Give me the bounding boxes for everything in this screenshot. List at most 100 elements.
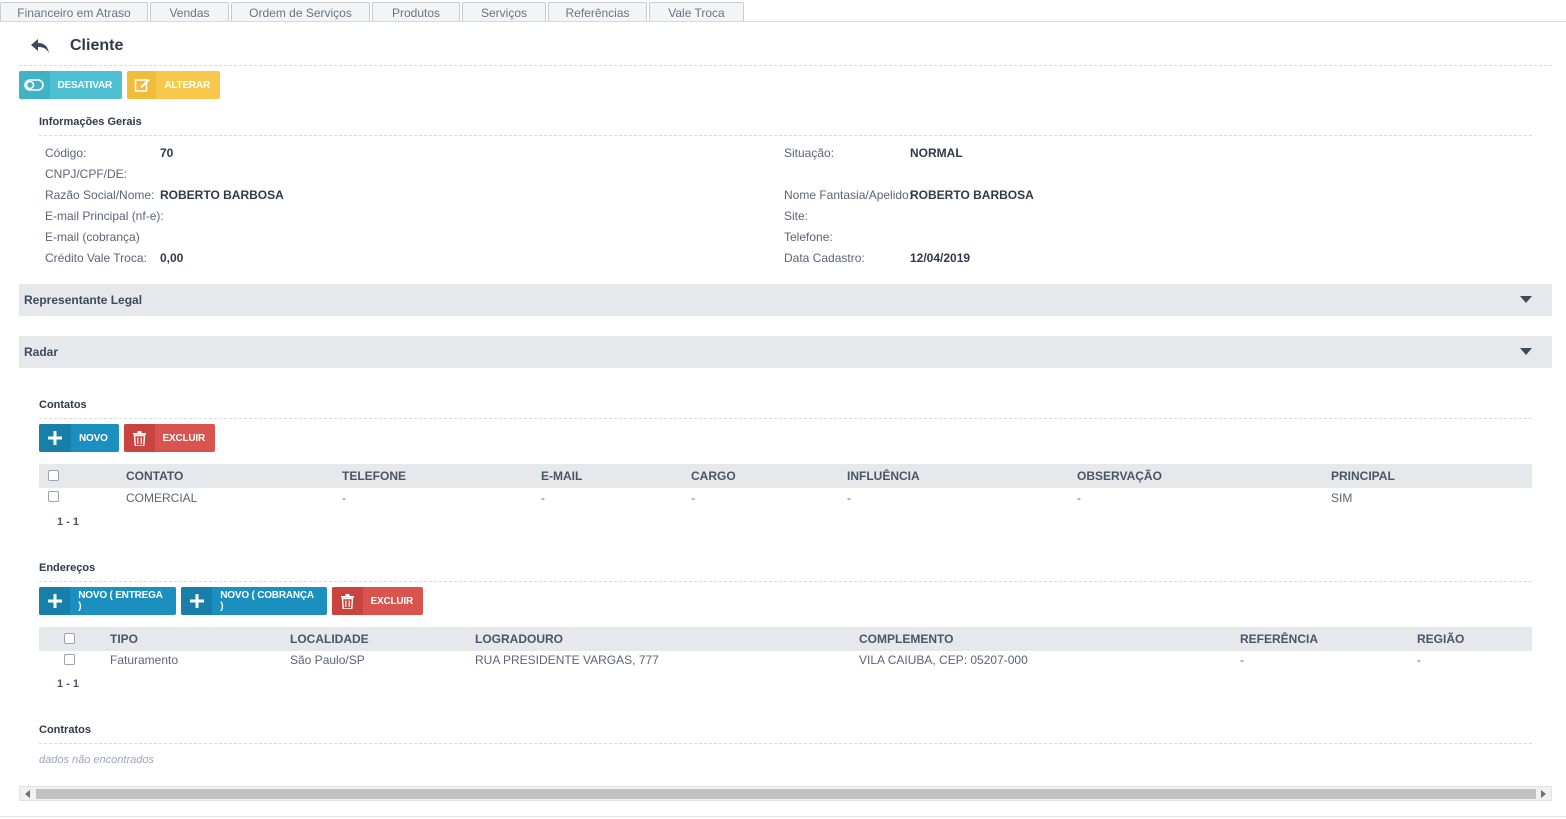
delete-address-button[interactable]: EXCLUIR xyxy=(332,587,423,615)
general-info-title: Informações Gerais xyxy=(39,116,142,128)
column-header[interactable]: REFERÊNCIA xyxy=(1240,632,1318,646)
cell-email: - xyxy=(541,491,545,505)
field-label-nome-fantasia: Nome Fantasia/Apelido: xyxy=(784,188,913,202)
caret-down-icon xyxy=(1520,348,1532,355)
cell-logradouro: RUA PRESIDENTE VARGAS, 777 xyxy=(475,653,659,667)
tab-produtos[interactable]: Produtos xyxy=(372,2,460,22)
contacts-pager: 1 - 1 xyxy=(57,516,80,528)
plus-icon xyxy=(39,587,71,615)
panel-representante-legal[interactable]: Representante Legal xyxy=(19,284,1552,316)
cell-observacao: - xyxy=(1077,491,1081,505)
contacts-table-header: CONTATO TELEFONE E-MAIL CARGO INFLUÊNCIA… xyxy=(39,464,1532,488)
contacts-title: Contatos xyxy=(39,399,87,411)
contracts-title: Contratos xyxy=(39,724,91,736)
trash-icon xyxy=(332,587,363,615)
page-title: Cliente xyxy=(70,37,124,54)
column-header[interactable]: E-MAIL xyxy=(541,469,582,483)
edit-button-label: ALTERAR xyxy=(164,79,210,91)
cell-principal: SIM xyxy=(1331,491,1353,505)
caret-down-icon xyxy=(1520,296,1532,303)
column-header[interactable]: LOCALIDADE xyxy=(290,632,369,646)
field-label-email-cobranca: E-mail (cobrança) xyxy=(45,230,140,244)
cell-tipo: Faturamento xyxy=(110,653,179,667)
column-header[interactable]: INFLUÊNCIA xyxy=(847,469,920,483)
plus-icon xyxy=(181,587,213,615)
field-label-codigo: Código: xyxy=(45,146,87,160)
column-header[interactable]: CARGO xyxy=(691,469,736,483)
cell-contato: COMERCIAL xyxy=(126,491,198,505)
column-header[interactable]: OBSERVAÇÃO xyxy=(1077,469,1162,483)
toggle-icon xyxy=(19,71,50,99)
tab-referencias[interactable]: Referências xyxy=(548,2,647,22)
field-label-data-cadastro: Data Cadastro: xyxy=(784,251,865,265)
row-checkbox[interactable] xyxy=(64,654,75,665)
addresses-title: Endereços xyxy=(39,562,96,574)
divider xyxy=(39,581,1532,582)
horizontal-scrollbar[interactable] xyxy=(19,786,1552,801)
add-delivery-address-button[interactable]: NOVO ( ENTREGA ) xyxy=(39,587,176,615)
divider xyxy=(39,418,1532,419)
cell-cargo: - xyxy=(691,491,695,505)
divider xyxy=(39,135,1532,136)
panel-title: Radar xyxy=(24,345,59,359)
add-contact-button[interactable]: NOVO xyxy=(39,424,119,452)
trash-icon xyxy=(124,424,155,452)
field-label-site: Site: xyxy=(784,209,809,223)
column-header[interactable]: TIPO xyxy=(110,632,138,646)
delete-contact-label: EXCLUIR xyxy=(162,432,206,444)
tab-vale-troca[interactable]: Vale Troca xyxy=(649,2,744,22)
field-label-cnpj: CNPJ/CPF/DE: xyxy=(45,167,128,181)
edit-icon xyxy=(127,71,157,99)
tab-servicos[interactable]: Serviços xyxy=(462,2,546,22)
tabs-divider xyxy=(0,21,1566,22)
cell-influencia: - xyxy=(847,491,851,505)
field-value-data-cadastro: 12/04/2019 xyxy=(910,251,971,265)
divider xyxy=(19,65,1552,66)
column-header[interactable]: PRINCIPAL xyxy=(1331,469,1395,483)
column-header[interactable]: COMPLEMENTO xyxy=(859,632,953,646)
column-header[interactable]: TELEFONE xyxy=(342,469,406,483)
scroll-right-icon[interactable] xyxy=(1541,790,1546,798)
field-value-codigo: 70 xyxy=(160,146,174,160)
cell-localidade: São Paulo/SP xyxy=(290,653,365,667)
tab-bar: Financeiro em Atraso Vendas Ordem de Ser… xyxy=(0,2,746,22)
delete-address-label: EXCLUIR xyxy=(370,595,414,607)
scroll-left-icon[interactable] xyxy=(25,790,30,798)
panel-radar[interactable]: Radar xyxy=(19,336,1552,368)
divider xyxy=(39,743,1532,744)
field-label-email-principal: E-mail Principal (nf-e): xyxy=(45,209,164,223)
field-label-credito-vale-troca: Crédito Vale Troca: xyxy=(45,251,147,265)
field-label-situacao: Situação: xyxy=(784,146,835,160)
delete-contact-button[interactable]: EXCLUIR xyxy=(124,424,215,452)
field-value-credito-vale-troca: 0,00 xyxy=(160,251,184,265)
cell-complemento: VILA CAIUBA, CEP: 05207-000 xyxy=(859,653,1028,667)
panel-title: Representante Legal xyxy=(24,293,143,307)
tab-financeiro-em-atraso[interactable]: Financeiro em Atraso xyxy=(0,2,148,22)
tab-ordem-de-servicos[interactable]: Ordem de Serviços xyxy=(231,2,370,22)
column-header[interactable]: LOGRADOURO xyxy=(475,632,563,646)
column-header[interactable]: CONTATO xyxy=(126,469,183,483)
contracts-empty-message: dados não encontrados xyxy=(39,754,154,766)
select-all-checkbox[interactable] xyxy=(48,470,59,481)
plus-icon xyxy=(39,424,71,452)
scrollbar-thumb[interactable] xyxy=(36,789,1536,799)
add-billing-address-button[interactable]: NOVO ( COBRANÇA ) xyxy=(181,587,327,615)
select-all-checkbox[interactable] xyxy=(64,633,75,644)
back-arrow-icon[interactable] xyxy=(28,36,52,56)
addresses-pager: 1 - 1 xyxy=(57,678,80,690)
deactivate-button[interactable]: DESATIVAR xyxy=(19,71,122,99)
addresses-table-header: TIPO LOCALIDADE LOGRADOURO COMPLEMENTO R… xyxy=(39,627,1532,651)
cell-regiao: - xyxy=(1417,653,1421,667)
row-checkbox[interactable] xyxy=(48,491,59,502)
field-value-nome-fantasia: ROBERTO BARBOSA xyxy=(910,188,1034,202)
column-header[interactable]: REGIÃO xyxy=(1417,632,1464,646)
deactivate-button-label: DESATIVAR xyxy=(57,79,113,91)
tab-vendas[interactable]: Vendas xyxy=(150,2,229,22)
cell-telefone: - xyxy=(342,491,346,505)
add-contact-label: NOVO xyxy=(79,432,108,444)
field-label-razao-social: Razão Social/Nome: xyxy=(45,188,155,202)
divider xyxy=(0,816,1566,817)
field-value-razao-social: ROBERTO BARBOSA xyxy=(160,188,284,202)
edit-button[interactable]: ALTERAR xyxy=(127,71,220,99)
page-header: Cliente xyxy=(28,34,123,58)
